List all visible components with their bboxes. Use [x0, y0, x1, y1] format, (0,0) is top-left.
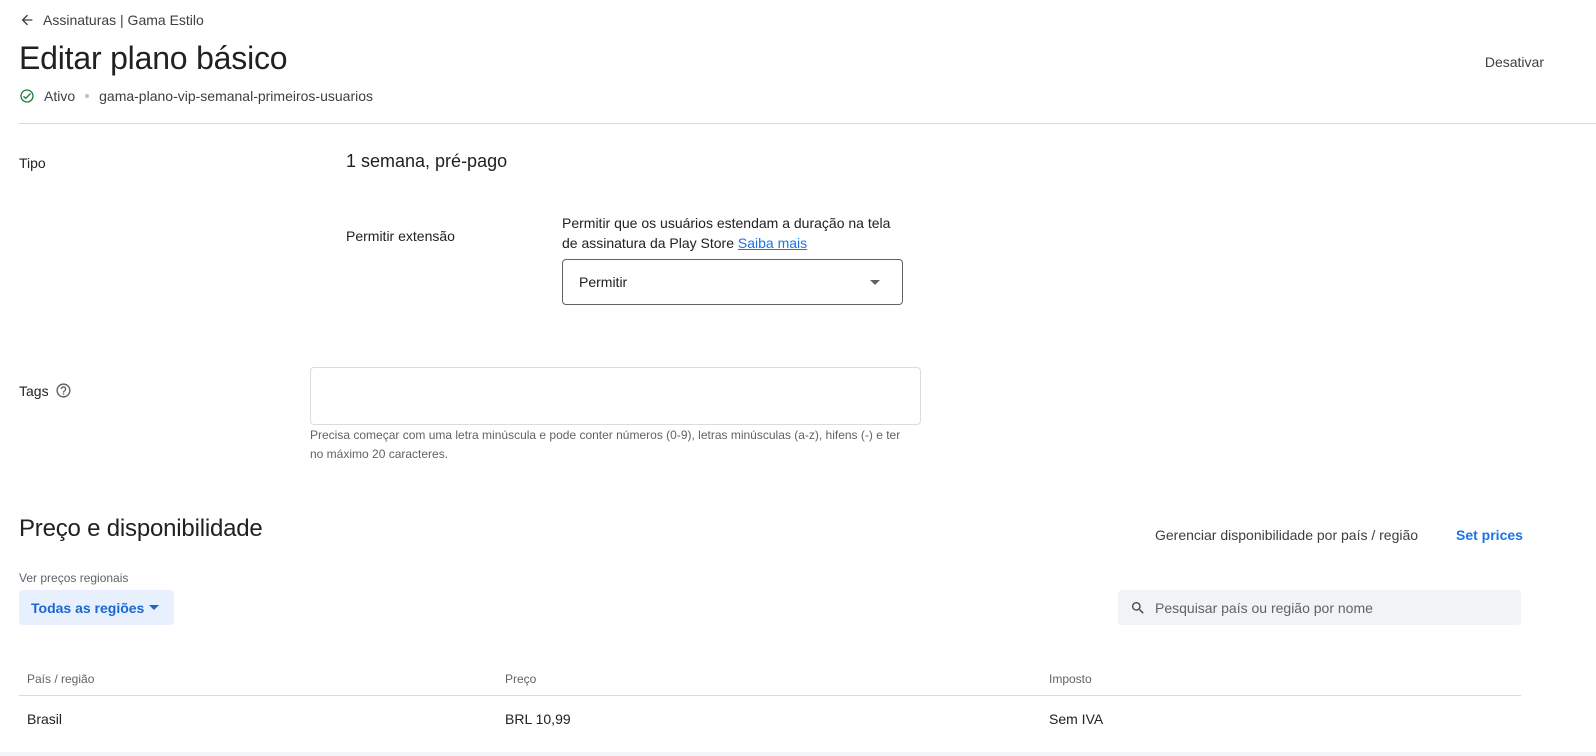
tags-hint: Precisa começar com uma letra minúscula …: [310, 428, 901, 461]
arrow-back-icon: [21, 14, 33, 26]
check-circle-icon: [20, 89, 34, 103]
deactivate-button[interactable]: Desativar: [1485, 54, 1544, 70]
set-prices-button[interactable]: Set prices: [1456, 527, 1523, 543]
dropdown-caret-icon: [870, 280, 880, 285]
extension-label: Permitir extensão: [346, 228, 455, 244]
regional-prices-label: Ver preços regionais: [19, 571, 129, 585]
tags-input[interactable]: [310, 367, 921, 425]
horizontal-scrollbar[interactable]: [0, 752, 1596, 756]
type-label: Tipo: [19, 155, 46, 171]
pricing-section-title: Preço e disponibilidade: [19, 515, 263, 542]
extension-select[interactable]: Permitir: [562, 259, 903, 305]
help-icon[interactable]: [55, 382, 72, 399]
separator-dot: [85, 94, 90, 98]
table-row[interactable]: Brasil BRL 10,99 Sem IVA: [19, 696, 1521, 742]
cell-tax: Sem IVA: [1049, 711, 1104, 727]
extension-description-text: Permitir que os usuários estendam a dura…: [562, 215, 891, 251]
column-header-price[interactable]: Preço: [505, 672, 536, 686]
tags-label: Tags: [19, 382, 49, 399]
dropdown-caret-icon: [149, 605, 159, 610]
manage-availability-link[interactable]: Gerenciar disponibilidade por país / reg…: [1155, 527, 1418, 543]
region-filter-label: Todas as regiões: [31, 599, 145, 616]
search-icon: [1132, 601, 1144, 614]
extension-select-value: Permitir: [579, 274, 628, 290]
column-header-tax[interactable]: Imposto: [1049, 672, 1092, 686]
plan-id: gama-plano-vip-semanal-primeiros-usuario…: [99, 88, 374, 104]
cell-price: BRL 10,99: [505, 711, 571, 727]
extension-description: Permitir que os usuários estendam a dura…: [562, 213, 907, 253]
type-value: 1 semana, pré-pago: [346, 151, 508, 171]
region-search[interactable]: [1118, 590, 1521, 625]
learn-more-link[interactable]: Saiba mais: [738, 235, 807, 251]
header-divider: [19, 123, 1596, 124]
region-filter-button[interactable]: Todas as regiões: [19, 590, 174, 625]
status-badge: Ativo: [44, 88, 76, 104]
status-row: Ativo gama-plano-vip-semanal-primeiros-u…: [19, 88, 373, 104]
column-header-country[interactable]: País / região: [27, 672, 94, 686]
tags-label-row: Tags: [19, 382, 72, 399]
table-header: País / região Preço Imposto: [19, 664, 1521, 696]
region-search-input[interactable]: [1155, 599, 1495, 616]
breadcrumb-label: Assinaturas | Gama Estilo: [43, 12, 204, 28]
page-title: Editar plano básico: [19, 40, 288, 76]
price-table: País / região Preço Imposto Brasil BRL 1…: [19, 664, 1521, 742]
breadcrumb[interactable]: Assinaturas | Gama Estilo: [19, 12, 204, 28]
cell-country: Brasil: [27, 711, 63, 727]
